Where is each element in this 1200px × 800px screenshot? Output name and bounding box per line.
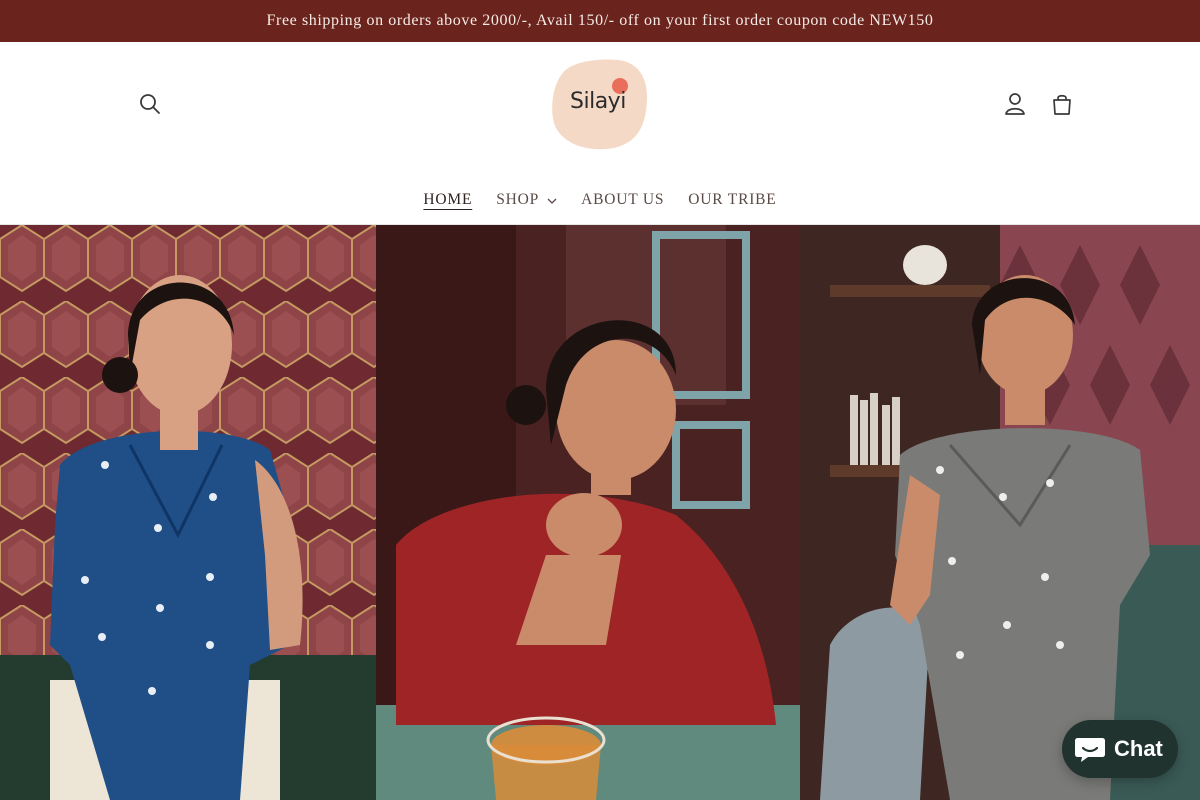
nav-item-label: ABOUT US (581, 191, 665, 208)
announcement-text: Free shipping on orders above 2000/-, Av… (266, 12, 934, 29)
hero-banner[interactable] (0, 225, 1200, 800)
hero-image-right (800, 225, 1200, 800)
nav-item-label: OUR TRIBE (688, 191, 777, 208)
hero-image-center (376, 225, 800, 800)
site-header: Silayi HOME SHOP ABOUT US OUR TRIBE (0, 42, 1200, 225)
logo-text: Silayi (570, 89, 626, 114)
chat-label: Chat (1114, 736, 1163, 761)
chevron-down-icon (547, 191, 557, 209)
site-logo[interactable]: Silayi (548, 56, 652, 152)
nav-item-about-us[interactable]: ABOUT US (569, 182, 676, 218)
account-button[interactable] (997, 86, 1033, 122)
search-button[interactable] (132, 86, 168, 122)
account-icon (1005, 93, 1025, 115)
nav-item-label: HOME (423, 191, 473, 208)
announcement-bar: Free shipping on orders above 2000/-, Av… (0, 0, 1200, 42)
cart-button[interactable] (1044, 86, 1080, 122)
nav-item-shop[interactable]: SHOP (484, 182, 569, 218)
nav-item-our-tribe[interactable]: OUR TRIBE (676, 182, 788, 218)
chat-bubble-icon (1074, 734, 1106, 764)
nav-item-home[interactable]: HOME (411, 182, 484, 218)
hero-image-left (0, 225, 376, 800)
main-nav: HOME SHOP ABOUT US OUR TRIBE (0, 182, 1200, 218)
cart-icon (1053, 94, 1071, 115)
nav-item-label: SHOP (496, 191, 540, 208)
search-icon (140, 94, 160, 114)
chat-button[interactable]: Chat (1062, 720, 1178, 778)
